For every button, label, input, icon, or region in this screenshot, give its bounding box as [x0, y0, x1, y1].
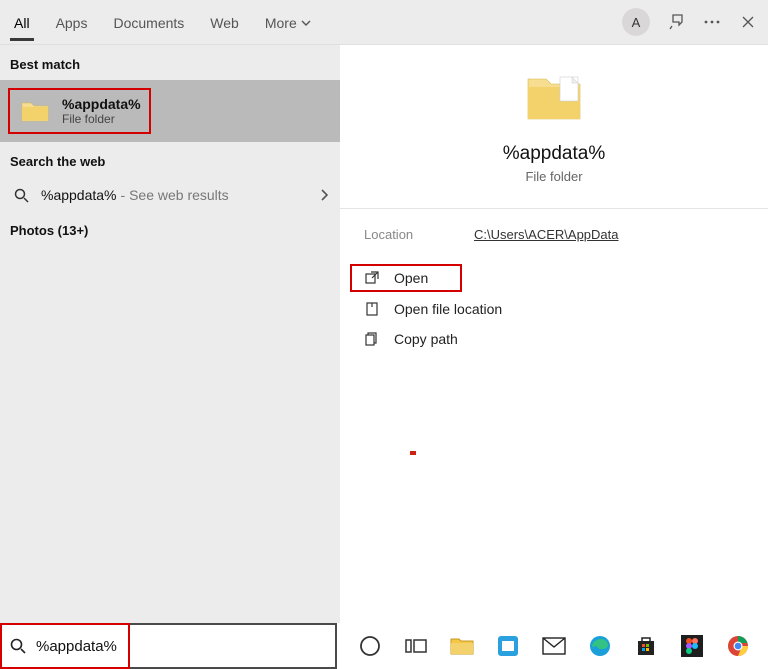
photos-heading: Photos (13+) [0, 213, 340, 248]
store-app-icon[interactable] [495, 633, 521, 659]
web-result-item[interactable]: %appdata% - See web results [0, 177, 340, 213]
detail-pane: %appdata% File folder Location C:\Users\… [340, 45, 768, 623]
chevron-down-icon [301, 20, 311, 26]
copy-icon [364, 332, 380, 346]
chevron-right-icon [320, 189, 328, 201]
web-query-label: %appdata% [41, 187, 117, 203]
microsoft-store-icon[interactable] [633, 633, 659, 659]
open-label: Open [394, 270, 428, 286]
tab-all[interactable]: All [10, 3, 34, 41]
search-input[interactable] [34, 637, 327, 656]
tab-apps[interactable]: Apps [52, 3, 92, 41]
search-header: All Apps Documents Web More A [0, 0, 768, 45]
more-options-icon[interactable] [702, 12, 722, 32]
task-view-icon[interactable] [403, 633, 429, 659]
chrome-icon[interactable] [725, 633, 751, 659]
detail-title: %appdata% [503, 143, 605, 165]
open-location-label: Open file location [394, 301, 502, 317]
results-pane: Best match %appdata% File folder Search … [0, 45, 340, 623]
feedback-icon[interactable] [666, 12, 686, 32]
explorer-icon[interactable] [449, 633, 475, 659]
user-avatar[interactable]: A [622, 8, 650, 36]
copy-path-button[interactable]: Copy path [350, 324, 758, 354]
detail-type: File folder [525, 169, 582, 184]
figma-icon[interactable] [679, 633, 705, 659]
result-title: %appdata% [62, 96, 141, 112]
open-button[interactable]: Open [350, 264, 462, 292]
header-actions: A [622, 8, 758, 36]
web-suffix-label: - See web results [121, 187, 229, 203]
large-folder-icon [524, 73, 584, 123]
tab-more[interactable]: More [261, 3, 315, 41]
open-icon [364, 271, 380, 285]
search-bar-area [0, 623, 337, 669]
cortana-icon[interactable] [357, 633, 383, 659]
location-label: Location [364, 227, 474, 242]
copy-path-label: Copy path [394, 331, 458, 347]
location-row: Location C:\Users\ACER\AppData [340, 209, 768, 260]
filter-tabs: All Apps Documents Web More [10, 3, 315, 41]
close-icon[interactable] [738, 12, 758, 32]
mail-icon[interactable] [541, 633, 567, 659]
search-icon [14, 188, 29, 203]
tab-web[interactable]: Web [206, 3, 243, 41]
best-match-item[interactable]: %appdata% File folder [0, 80, 340, 142]
folder-icon [18, 97, 52, 125]
open-location-icon [364, 302, 380, 316]
search-box[interactable] [0, 623, 337, 669]
location-value[interactable]: C:\Users\ACER\AppData [474, 227, 619, 242]
search-icon [10, 638, 26, 654]
tab-more-label: More [265, 15, 297, 31]
taskbar [340, 623, 768, 669]
edge-icon[interactable] [587, 633, 613, 659]
annotation-dot [410, 451, 416, 455]
open-location-button[interactable]: Open file location [350, 294, 758, 324]
result-type: File folder [62, 112, 141, 126]
search-web-heading: Search the web [0, 142, 340, 177]
tab-documents[interactable]: Documents [109, 3, 188, 41]
best-match-heading: Best match [0, 45, 340, 80]
